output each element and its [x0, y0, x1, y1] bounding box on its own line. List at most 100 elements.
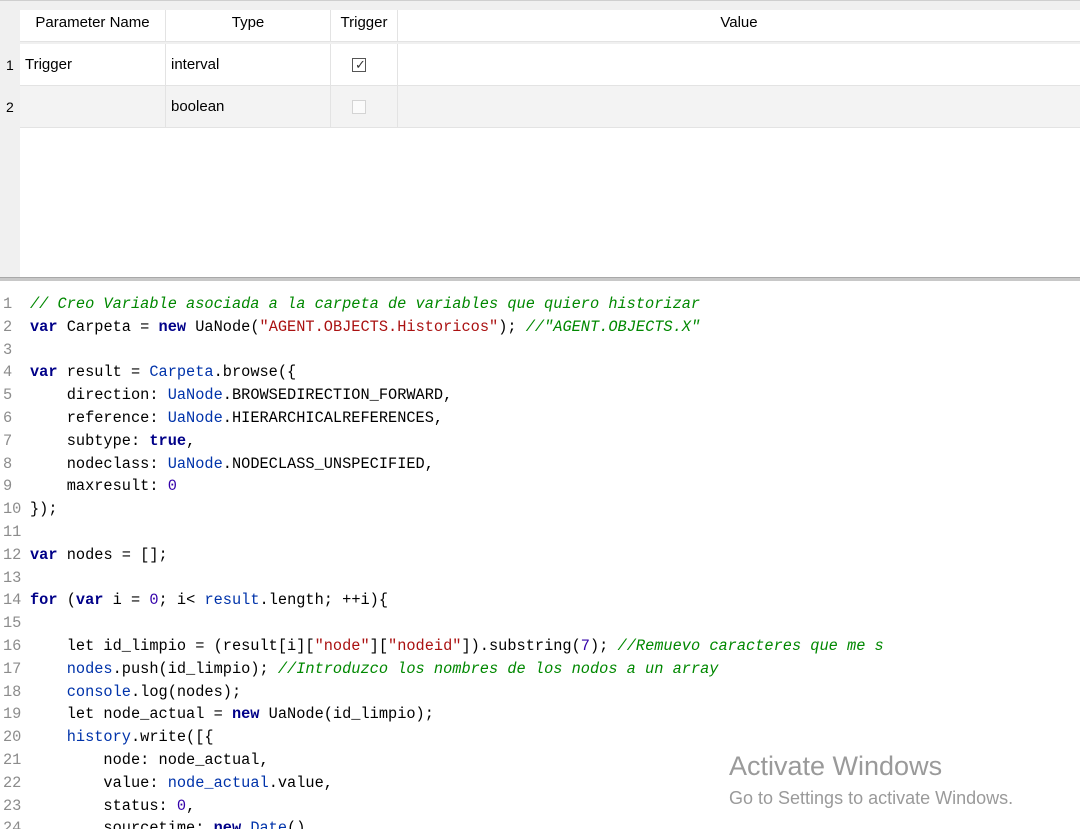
code-line[interactable]: 14 for (var i = 0; i< result.length; ++i)… [0, 589, 884, 612]
line-number: 10 [3, 500, 22, 519]
code-token: //Remuevo caracteres que me s [617, 636, 884, 655]
code-line[interactable]: 4 var result = Carpeta.browse({ [0, 361, 884, 384]
code-token: UaNode [167, 454, 223, 473]
line-number: 11 [3, 522, 22, 541]
line-number: 17 [3, 659, 22, 678]
line-number: 3 [3, 340, 13, 359]
code-line[interactable]: 5 direction: UaNode.BROWSEDIRECTION_FORW… [0, 384, 884, 407]
line-number: 19 [3, 705, 22, 724]
header-trigger-label: Trigger [340, 14, 388, 31]
line-number: 20 [3, 728, 22, 747]
code-token: Carpeta [149, 363, 214, 382]
code-token: subtype: [30, 431, 150, 450]
header-value[interactable]: Value [398, 10, 1080, 42]
value-cell[interactable] [398, 86, 1080, 128]
code-line[interactable]: 17 nodes.push(id_limpio); //Introduzco l… [0, 658, 884, 681]
code-line[interactable]: 11 [0, 521, 884, 544]
code-token: ; i< [158, 591, 205, 610]
code-lines: 1 // Creo Variable asociada a la carpeta … [0, 293, 884, 829]
code-token: , [186, 796, 196, 815]
code-line[interactable]: 20 history.write([{ [0, 726, 884, 749]
code-token: status: [30, 796, 177, 815]
code-token: ][ [369, 636, 389, 655]
line-number: 5 [3, 386, 13, 405]
activate-windows-subtitle: Go to Settings to activate Windows. [729, 788, 1014, 808]
code-token: maxresult: [30, 477, 168, 496]
line-number: 23 [3, 796, 22, 815]
code-token: let node_actual = [30, 705, 232, 724]
parameter-name-cell[interactable] [20, 86, 166, 128]
code-line[interactable]: 19 let node_actual = new UaNode(id_limpi… [0, 703, 884, 726]
line-number: 4 [3, 363, 13, 382]
code-token: .push(id_limpio); [112, 659, 278, 678]
code-line[interactable]: 8 nodeclass: UaNode.NODECLASS_UNSPECIFIE… [0, 453, 884, 476]
code-token: .value, [268, 773, 333, 792]
row-number: 1 [0, 44, 20, 86]
code-line[interactable]: 3 [0, 339, 884, 362]
code-token: node_actual [167, 773, 269, 792]
code-token: UaNode( [186, 317, 260, 336]
code-line[interactable]: 1 // Creo Variable asociada a la carpeta … [0, 293, 884, 316]
code-token: .NODECLASS_UNSPECIFIED, [222, 454, 434, 473]
trigger-checkbox[interactable] [352, 99, 366, 114]
code-line[interactable]: 18 console.log(nodes); [0, 681, 884, 704]
code-line[interactable]: 12 var nodes = []; [0, 544, 884, 567]
code-token: ); [498, 317, 526, 336]
code-token: console [66, 682, 131, 701]
line-number: 9 [3, 477, 13, 496]
line-number: 2 [3, 317, 13, 336]
code-line[interactable]: 24 sourcetime: new Date() [0, 817, 884, 829]
code-token: Carpeta = [57, 317, 159, 336]
header-value-label: Value [720, 14, 758, 31]
code-token: UaNode [167, 408, 223, 427]
code-token: , [186, 431, 196, 450]
header-parameter-name-label: Parameter Name [35, 14, 150, 31]
type-cell[interactable]: boolean [166, 86, 331, 128]
code-token: result = [57, 363, 150, 382]
header-trigger[interactable]: Trigger [331, 10, 398, 42]
activate-windows-title: Activate Windows [729, 751, 943, 781]
code-token: 7 [580, 636, 590, 655]
code-token: sourcetime: [30, 819, 214, 829]
code-token: result [204, 591, 260, 610]
code-token: new [231, 705, 260, 724]
header-parameter-name[interactable]: Parameter Name [20, 10, 166, 42]
line-number: 13 [3, 568, 22, 587]
code-line[interactable]: 2 var Carpeta = new UaNode("AGENT.OBJECTS… [0, 316, 884, 339]
trigger-checkbox[interactable]: ✓ [352, 57, 366, 72]
line-number: 1 [3, 295, 13, 313]
code-token: .BROWSEDIRECTION_FORWARD, [222, 386, 453, 405]
parameter-table: Parameter Name Type Trigger Value 1 Trig… [0, 0, 1080, 278]
value-cell[interactable] [398, 44, 1080, 86]
code-token: Date [250, 819, 288, 829]
code-token: nodes [66, 659, 113, 678]
line-number: 7 [3, 431, 13, 450]
code-line[interactable]: 9 maxresult: 0 [0, 475, 884, 498]
line-number: 16 [3, 636, 22, 655]
trigger-cell [331, 86, 398, 128]
code-token: ]).substring( [461, 636, 581, 655]
code-token: 0 [149, 591, 159, 610]
code-token: var [30, 545, 58, 564]
code-line[interactable]: 16 let id_limpio = (result[i]["node"]["n… [0, 635, 884, 658]
line-number: 14 [3, 591, 22, 610]
parameter-name-cell[interactable]: Trigger [20, 44, 166, 86]
code-line[interactable]: 7 subtype: true, [0, 430, 884, 453]
code-editor[interactable]: 1 // Creo Variable asociada a la carpeta … [0, 281, 1080, 829]
table-empty-area [20, 128, 1080, 278]
code-line[interactable]: 10}); [0, 498, 884, 521]
line-number: 8 [3, 454, 13, 473]
header-type-label: Type [231, 14, 265, 31]
code-line[interactable]: 13 [0, 567, 884, 590]
code-token: new [213, 819, 242, 829]
header-type[interactable]: Type [166, 10, 331, 42]
code-token: UaNode [167, 386, 223, 405]
code-line[interactable]: 6 reference: UaNode.HIERARCHICALREFERENC… [0, 407, 884, 430]
trigger-cell: ✓ [331, 44, 398, 86]
code-token: .length; ++i){ [259, 591, 389, 610]
type-cell[interactable]: interval [166, 44, 331, 86]
code-line[interactable]: 15 [0, 612, 884, 635]
